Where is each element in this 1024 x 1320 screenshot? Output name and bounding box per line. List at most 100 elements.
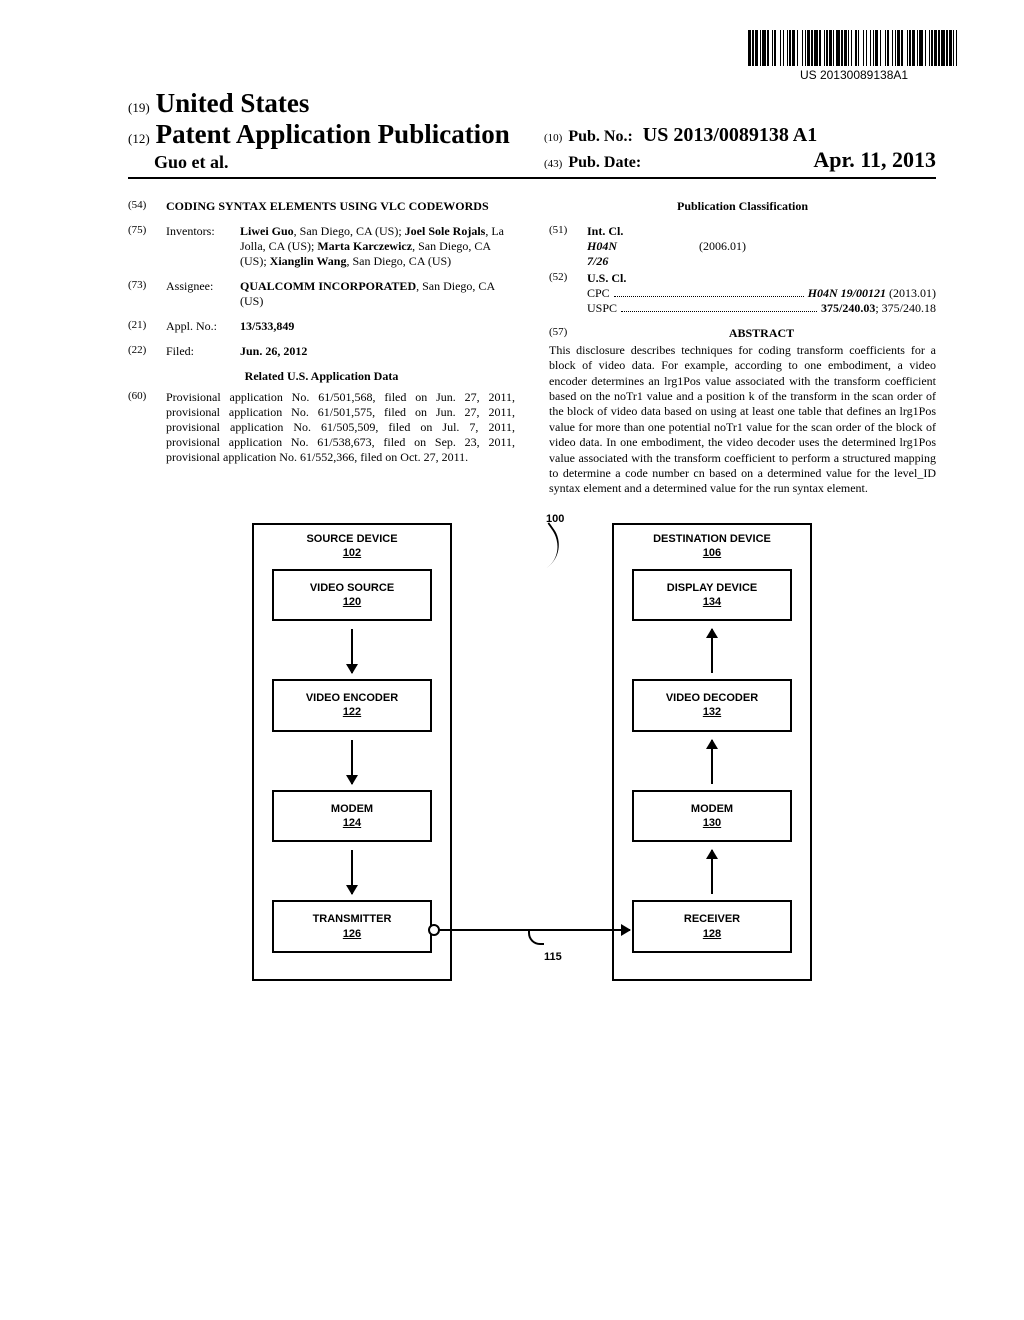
field-73: (73) Assignee: QUALCOMM INCORPORATED, Sa… bbox=[128, 279, 515, 309]
uscl-label: U.S. Cl. bbox=[587, 271, 936, 286]
block-ref: 134 bbox=[640, 595, 784, 609]
block-ref: 128 bbox=[640, 927, 784, 941]
destination-device: DESTINATION DEVICE 106 DISPLAY DEVICE 13… bbox=[612, 523, 812, 981]
barcode: US 20130089138A1 bbox=[748, 30, 960, 82]
source-device-title: SOURCE DEVICE bbox=[272, 533, 432, 545]
tag-10: (10) bbox=[544, 132, 562, 144]
tag-19: (19) bbox=[128, 100, 150, 116]
arrow-up-icon bbox=[632, 740, 792, 784]
left-column: (54) CODING SYNTAX ELEMENTS USING VLC CO… bbox=[128, 199, 515, 497]
block-label: MODEM bbox=[640, 802, 784, 816]
block-label: DISPLAY DEVICE bbox=[640, 581, 784, 595]
abstract-header: ABSTRACT bbox=[587, 326, 936, 341]
block-ref: 122 bbox=[280, 705, 424, 719]
dest-device-title: DESTINATION DEVICE bbox=[632, 533, 792, 545]
field-51: (51) Int. Cl. H04N 7/26 (2006.01) bbox=[549, 224, 936, 269]
num-54: (54) bbox=[128, 199, 156, 214]
pub-date: Apr. 11, 2013 bbox=[813, 147, 936, 173]
source-device: SOURCE DEVICE 102 VIDEO SOURCE 120 VIDEO… bbox=[252, 523, 452, 981]
num-21: (21) bbox=[128, 319, 156, 334]
provisional-apps: Provisional application No. 61/501,568, … bbox=[166, 390, 515, 465]
classification-header: Publication Classification bbox=[549, 199, 936, 214]
block-label: VIDEO ENCODER bbox=[280, 691, 424, 705]
num-60: (60) bbox=[128, 390, 156, 465]
dots bbox=[621, 301, 817, 312]
title-54: CODING SYNTAX ELEMENTS USING VLC CODEWOR… bbox=[166, 199, 489, 214]
header-left: (19) United States (12) Patent Applicati… bbox=[128, 88, 520, 173]
block-receiver: RECEIVER 128 bbox=[632, 900, 792, 953]
intcl-date: (2006.01) bbox=[699, 239, 746, 269]
uspc-label: USPC bbox=[587, 301, 617, 316]
right-column: Publication Classification (51) Int. Cl.… bbox=[549, 199, 936, 497]
num-57: (57) bbox=[549, 326, 577, 341]
block-label: MODEM bbox=[280, 802, 424, 816]
publication-type: Patent Application Publication bbox=[156, 119, 510, 150]
block-label: VIDEO DECODER bbox=[640, 691, 784, 705]
dots bbox=[614, 286, 804, 297]
figure-1-diagram: 100 SOURCE DEVICE 102 VIDEO SOURCE 120 V… bbox=[252, 523, 812, 981]
arrow-down-icon bbox=[272, 629, 432, 673]
label-22: Filed: bbox=[166, 344, 230, 359]
block-video-source: VIDEO SOURCE 120 bbox=[272, 569, 432, 622]
block-ref: 130 bbox=[640, 816, 784, 830]
dest-device-ref: 106 bbox=[632, 547, 792, 559]
pub-no: US 2013/0089138 A1 bbox=[643, 124, 817, 147]
block-label: VIDEO SOURCE bbox=[280, 581, 424, 595]
uspc-value: 375/240.03; 375/240.18 bbox=[821, 301, 936, 316]
appl-no: 13/533,849 bbox=[240, 319, 515, 334]
num-52: (52) bbox=[549, 271, 577, 316]
field-75: (75) Inventors: Liwei Guo, San Diego, CA… bbox=[128, 224, 515, 269]
block-video-encoder: VIDEO ENCODER 122 bbox=[272, 679, 432, 732]
body-columns: (54) CODING SYNTAX ELEMENTS USING VLC CO… bbox=[128, 199, 936, 497]
arrow-up-icon bbox=[632, 629, 792, 673]
assignee: QUALCOMM INCORPORATED, San Diego, CA (US… bbox=[240, 279, 515, 309]
related-header: Related U.S. Application Data bbox=[128, 369, 515, 384]
arrow-down-icon bbox=[272, 740, 432, 784]
header-right: (10) Pub. No.: US 2013/0089138 A1 (43) P… bbox=[544, 124, 936, 173]
label-75: Inventors: bbox=[166, 224, 230, 269]
barcode-stripes bbox=[748, 30, 960, 66]
filed-date: Jun. 26, 2012 bbox=[240, 344, 515, 359]
block-video-decoder: VIDEO DECODER 132 bbox=[632, 679, 792, 732]
block-modem-dst: MODEM 130 bbox=[632, 790, 792, 843]
block-ref: 132 bbox=[640, 705, 784, 719]
cpc-label: CPC bbox=[587, 286, 610, 301]
pub-no-label: Pub. No.: bbox=[568, 128, 632, 146]
block-display-device: DISPLAY DEVICE 134 bbox=[632, 569, 792, 622]
ref-115: 115 bbox=[544, 951, 562, 963]
label-21: Appl. No.: bbox=[166, 319, 230, 334]
intcl-code: H04N 7/26 bbox=[587, 239, 639, 269]
arrow-down-icon bbox=[272, 850, 432, 894]
field-22: (22) Filed: Jun. 26, 2012 bbox=[128, 344, 515, 359]
block-ref: 120 bbox=[280, 595, 424, 609]
field-52: (52) U.S. Cl. CPC H04N 19/00121 (2013.01… bbox=[549, 271, 936, 316]
field-54: (54) CODING SYNTAX ELEMENTS USING VLC CO… bbox=[128, 199, 515, 214]
num-51: (51) bbox=[549, 224, 577, 269]
field-21: (21) Appl. No.: 13/533,849 bbox=[128, 319, 515, 334]
num-73: (73) bbox=[128, 279, 156, 309]
tag-12: (12) bbox=[128, 131, 150, 147]
header: (19) United States (12) Patent Applicati… bbox=[128, 88, 936, 179]
label-73: Assignee: bbox=[166, 279, 230, 309]
block-ref: 124 bbox=[280, 816, 424, 830]
field-57: (57) ABSTRACT bbox=[549, 326, 936, 341]
block-label: RECEIVER bbox=[640, 912, 784, 926]
abstract-text: This disclosure describes techniques for… bbox=[549, 343, 936, 497]
authors: Guo et al. bbox=[154, 152, 520, 173]
cpc-value: H04N 19/00121 (2013.01) bbox=[808, 286, 936, 301]
barcode-area: US 20130089138A1 bbox=[128, 30, 960, 84]
country: United States bbox=[156, 88, 310, 119]
barcode-number: US 20130089138A1 bbox=[748, 68, 960, 82]
patent-page: US 20130089138A1 (19) United States (12)… bbox=[0, 0, 1024, 1320]
source-device-ref: 102 bbox=[272, 547, 432, 559]
arrow-up-icon bbox=[632, 850, 792, 894]
intcl-label: Int. Cl. bbox=[587, 224, 936, 239]
block-transmitter: TRANSMITTER 126 bbox=[272, 900, 432, 953]
inventors: Liwei Guo, San Diego, CA (US); Joel Sole… bbox=[240, 224, 515, 269]
block-ref: 126 bbox=[280, 927, 424, 941]
pub-date-label: Pub. Date: bbox=[568, 154, 641, 172]
block-label: TRANSMITTER bbox=[280, 912, 424, 926]
num-22: (22) bbox=[128, 344, 156, 359]
tag-43: (43) bbox=[544, 158, 562, 170]
block-modem-src: MODEM 124 bbox=[272, 790, 432, 843]
